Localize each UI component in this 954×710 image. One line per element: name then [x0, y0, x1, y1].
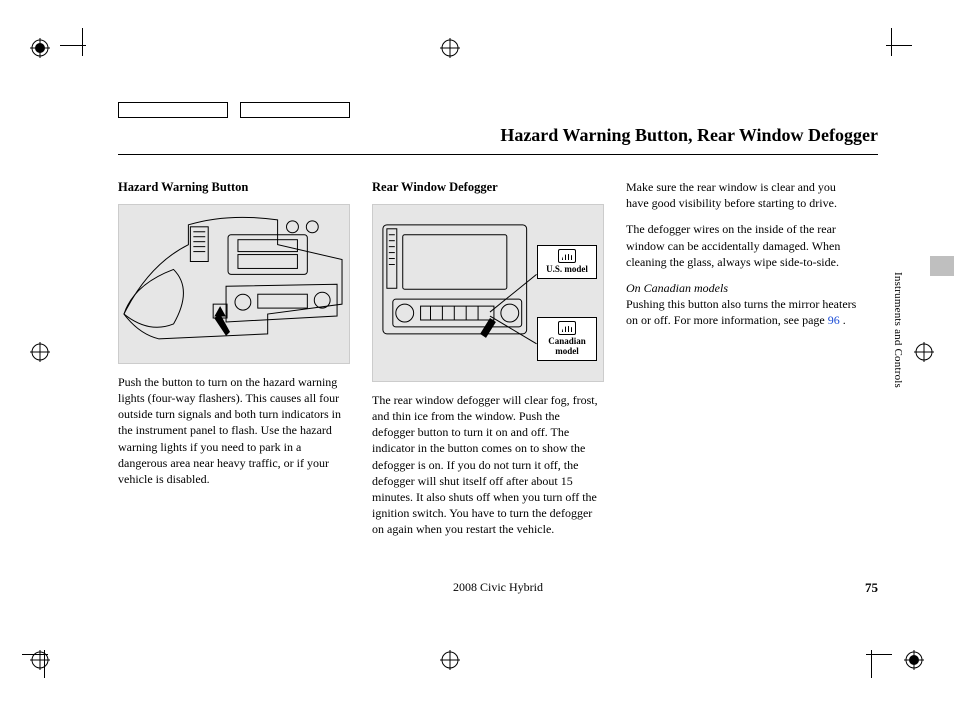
- col3-note: On Canadian models Pushing this button a…: [626, 280, 858, 329]
- dashboard-line-art: [119, 205, 349, 364]
- col3-para3b: .: [840, 313, 846, 327]
- registration-mark-icon: [30, 342, 50, 362]
- canadian-model-label: Canadian model: [537, 317, 597, 361]
- pointer-arrow-icon: [480, 318, 496, 338]
- col3-para2: The defogger wires on the inside of the …: [626, 221, 858, 270]
- column-3: Make sure the rear window is clear and y…: [626, 179, 858, 548]
- column-2: Rear Window Defogger: [372, 179, 604, 548]
- section-tab-label: Instruments and Controls: [892, 272, 904, 388]
- column-1: Hazard Warning Button: [118, 179, 350, 548]
- defogger-icon: [558, 321, 576, 335]
- defogger-icon: [558, 249, 576, 263]
- col3-para3a: Pushing this button also turns the mirro…: [626, 297, 856, 327]
- registration-mark-icon: [904, 650, 924, 670]
- col2-paragraph: The rear window defogger will clear fog,…: [372, 392, 604, 538]
- crop-mark: [891, 28, 892, 56]
- col3-para1: Make sure the rear window is clear and y…: [626, 179, 858, 211]
- header-slot: [240, 102, 350, 118]
- header-slot: [118, 102, 228, 118]
- col1-heading: Hazard Warning Button: [118, 179, 350, 196]
- content-area: Hazard Warning Button, Rear Window Defog…: [118, 120, 878, 548]
- registration-mark-icon: [30, 38, 50, 58]
- registration-mark-icon: [914, 342, 934, 362]
- crop-mark: [886, 45, 912, 46]
- crop-mark: [82, 28, 83, 56]
- columns: Hazard Warning Button: [118, 179, 878, 548]
- manual-page: Instruments and Controls Hazard Warning …: [0, 0, 954, 710]
- crop-mark: [866, 654, 892, 655]
- col1-paragraph: Push the button to turn on the hazard wa…: [118, 374, 350, 487]
- crop-mark: [871, 650, 872, 678]
- us-model-text: U.S. model: [546, 264, 588, 274]
- footer: 2008 Civic Hybrid 75: [118, 580, 878, 595]
- section-tab: [930, 256, 954, 276]
- col2-heading: Rear Window Defogger: [372, 179, 604, 196]
- page-title: Hazard Warning Button, Rear Window Defog…: [500, 125, 878, 146]
- hazard-button-illustration: [118, 204, 350, 364]
- canadian-model-text: Canadian model: [548, 336, 586, 356]
- registration-mark-icon: [440, 650, 460, 670]
- title-rule: [118, 154, 878, 155]
- registration-mark-icon: [30, 650, 50, 670]
- pointer-arrow-icon: [214, 314, 230, 336]
- us-model-label: U.S. model: [537, 245, 597, 279]
- note-label: On Canadian models: [626, 281, 728, 295]
- page-ref-link[interactable]: 96: [828, 313, 840, 327]
- page-number: 75: [865, 580, 878, 596]
- registration-mark-icon: [440, 38, 460, 58]
- doc-title: 2008 Civic Hybrid: [118, 580, 878, 595]
- defogger-illustration: U.S. model Canadian model: [372, 204, 604, 382]
